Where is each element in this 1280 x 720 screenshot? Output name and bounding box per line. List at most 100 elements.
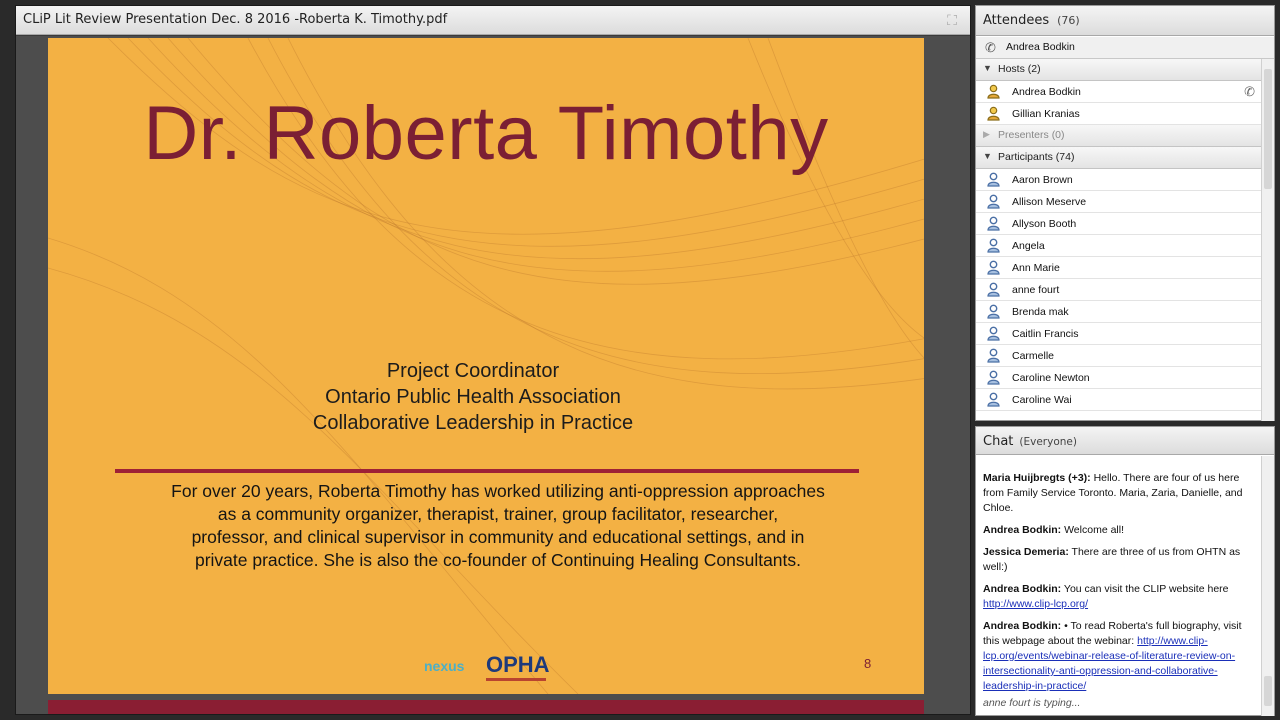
attendee-group-label: Participants (74) bbox=[998, 151, 1075, 163]
chat-message: Andrea Bodkin: Welcome all! bbox=[983, 523, 1258, 538]
next-slide-edge bbox=[48, 700, 924, 714]
bio-text: For over 20 years, Roberta Timothy has w… bbox=[108, 480, 888, 572]
phone-icon: ✆ bbox=[1244, 84, 1255, 99]
typing-indicator: anne fourt is typing... bbox=[983, 697, 1081, 709]
chat-message: Jessica Demeria: There are three of us f… bbox=[983, 545, 1258, 575]
role-line: Collaborative Leadership in Practice bbox=[312, 412, 634, 434]
chat-scope[interactable]: (Everyone) bbox=[1019, 436, 1077, 448]
attendees-count: (76) bbox=[1057, 14, 1080, 27]
chat-header: Chat (Everyone) bbox=[976, 427, 1274, 455]
attendee-name: Carmelle bbox=[1012, 350, 1055, 362]
phone-icon: ✆ bbox=[985, 40, 996, 55]
host-icon bbox=[987, 84, 1000, 99]
attendees-title: Attendees (76) bbox=[983, 13, 1080, 28]
chat-message: Andrea Bodkin: • To read Roberta's full … bbox=[983, 619, 1258, 694]
attendee-name: Allison Meserve bbox=[1012, 196, 1087, 208]
chat-scrollbar[interactable] bbox=[1261, 456, 1274, 716]
attendee-name: Gillian Kranias bbox=[1012, 108, 1080, 120]
slide-divider bbox=[115, 469, 859, 473]
triangle-down-icon[interactable]: ▼ bbox=[983, 151, 992, 161]
host-icon bbox=[987, 106, 1000, 121]
participant-icon bbox=[987, 370, 1000, 385]
attendee-group-header[interactable]: ▼ Participants (74) bbox=[976, 147, 1261, 169]
triangle-right-icon[interactable]: ▶ bbox=[983, 129, 990, 140]
attendee-row[interactable]: Angela bbox=[976, 235, 1261, 257]
attendee-name: Caitlin Francis bbox=[1012, 328, 1079, 340]
attendee-row[interactable]: Brenda mak bbox=[976, 301, 1261, 323]
attendee-row[interactable]: Caroline Wai bbox=[976, 389, 1261, 411]
chat-sender: Andrea Bodkin: bbox=[983, 524, 1062, 536]
attendee-group-header[interactable]: ▶ Presenters (0) bbox=[976, 125, 1261, 147]
attendee-name: Angela bbox=[1012, 240, 1045, 252]
slide: Dr. Roberta Timothy Project Coordinator … bbox=[48, 38, 924, 694]
current-user-name: Andrea Bodkin bbox=[1006, 41, 1075, 53]
triangle-down-icon[interactable]: ▼ bbox=[983, 63, 992, 73]
attendee-name: Allyson Booth bbox=[1012, 218, 1077, 230]
role-block: Project Coordinator Ontario Public Healt… bbox=[48, 358, 898, 436]
opha-logo: OPHA bbox=[486, 652, 550, 677]
attendee-row[interactable]: Caitlin Francis bbox=[976, 323, 1261, 345]
document-stage: Dr. Roberta Timothy Project Coordinator … bbox=[16, 36, 970, 714]
attendee-name: Caroline Newton bbox=[1012, 372, 1090, 384]
fullscreen-icon[interactable]: ⛶ bbox=[943, 12, 961, 28]
chat-sender: Andrea Bodkin: bbox=[983, 583, 1062, 595]
attendee-row[interactable]: anne fourt bbox=[976, 279, 1261, 301]
participant-icon bbox=[987, 392, 1000, 407]
attendees-scrollbar[interactable] bbox=[1261, 59, 1274, 421]
role-line: Project Coordinator bbox=[386, 360, 560, 382]
opha-logo-underline bbox=[486, 678, 546, 681]
attendee-name: Brenda mak bbox=[1012, 306, 1069, 318]
chat-message: Andrea Bodkin: You can visit the CLIP we… bbox=[983, 582, 1258, 612]
slide-page-number: 8 bbox=[864, 656, 872, 671]
chat-pod: Chat (Everyone) Maria Huijbregts (+3): He… bbox=[975, 426, 1275, 716]
attendee-row[interactable]: Caroline Newton bbox=[976, 367, 1261, 389]
attendee-row[interactable]: Gillian Kranias bbox=[976, 103, 1261, 125]
participant-icon bbox=[987, 304, 1000, 319]
attendee-group-header[interactable]: ▼ Hosts (2) bbox=[976, 59, 1261, 81]
participant-icon bbox=[987, 216, 1000, 231]
nexus-logo: nexus bbox=[424, 658, 465, 674]
attendee-name: Ann Marie bbox=[1012, 262, 1060, 274]
chat-text: You can visit the CLIP website here bbox=[1061, 583, 1229, 595]
participant-icon bbox=[987, 194, 1000, 209]
chat-title: Chat (Everyone) bbox=[983, 434, 1077, 449]
attendee-row[interactable]: Andrea Bodkin ✆ bbox=[976, 81, 1261, 103]
attendees-pod: Attendees (76) ✆ Andrea Bodkin ▼ Hosts (2)… bbox=[975, 5, 1275, 421]
attendee-group-label: Presenters (0) bbox=[998, 129, 1065, 141]
attendee-name: Andrea Bodkin bbox=[1012, 86, 1081, 98]
document-title: CLiP Lit Review Presentation Dec. 8 2016… bbox=[23, 12, 448, 27]
slide-title: Dr. Roberta Timothy bbox=[143, 91, 829, 176]
attendee-row[interactable]: Aaron Brown bbox=[976, 169, 1261, 191]
role-line: Ontario Public Health Association bbox=[325, 386, 621, 408]
attendee-group-label: Hosts (2) bbox=[998, 63, 1041, 75]
chat-messages: Maria Huijbregts (+3): Hello. There are … bbox=[983, 471, 1258, 701]
current-user-row[interactable]: ✆ Andrea Bodkin bbox=[976, 37, 1274, 59]
chat-text: Welcome all! bbox=[1061, 524, 1124, 536]
chat-scroll-thumb[interactable] bbox=[1264, 676, 1272, 706]
participant-icon bbox=[987, 348, 1000, 363]
chat-link[interactable]: http://www.clip-lcp.org/ bbox=[983, 598, 1088, 610]
attendees-scroll-thumb[interactable] bbox=[1264, 69, 1272, 189]
chat-sender: Jessica Demeria: bbox=[983, 546, 1069, 558]
participant-icon bbox=[987, 326, 1000, 341]
chat-sender: Andrea Bodkin: bbox=[983, 620, 1062, 632]
chat-sender: Maria Huijbregts (+3): bbox=[983, 472, 1091, 484]
attendee-row[interactable]: Ann Marie bbox=[976, 257, 1261, 279]
participant-icon bbox=[987, 172, 1000, 187]
participant-icon bbox=[987, 282, 1000, 297]
attendee-row[interactable]: Allyson Booth bbox=[976, 213, 1261, 235]
participant-icon bbox=[987, 238, 1000, 253]
share-pod-header: CLiP Lit Review Presentation Dec. 8 2016… bbox=[16, 6, 970, 35]
attendees-header: Attendees (76) bbox=[976, 6, 1274, 36]
attendee-row[interactable]: Carmelle bbox=[976, 345, 1261, 367]
attendee-row[interactable]: Allison Meserve bbox=[976, 191, 1261, 213]
share-pod: CLiP Lit Review Presentation Dec. 8 2016… bbox=[15, 5, 971, 715]
bio-line: private practice. She is also the co-fou… bbox=[194, 550, 802, 570]
bio-line: professor, and clinical supervisor in co… bbox=[191, 527, 805, 547]
attendees-list: ▼ Hosts (2) Andrea Bodkin ✆ Gillian Kranias ▶… bbox=[976, 59, 1261, 421]
chat-message: Maria Huijbregts (+3): Hello. There are … bbox=[983, 471, 1258, 516]
bio-line: as a community organizer, therapist, tra… bbox=[217, 504, 779, 524]
attendee-name: anne fourt bbox=[1012, 284, 1060, 296]
attendee-name: Caroline Wai bbox=[1012, 394, 1072, 406]
bio-line: For over 20 years, Roberta Timothy has w… bbox=[171, 481, 825, 501]
